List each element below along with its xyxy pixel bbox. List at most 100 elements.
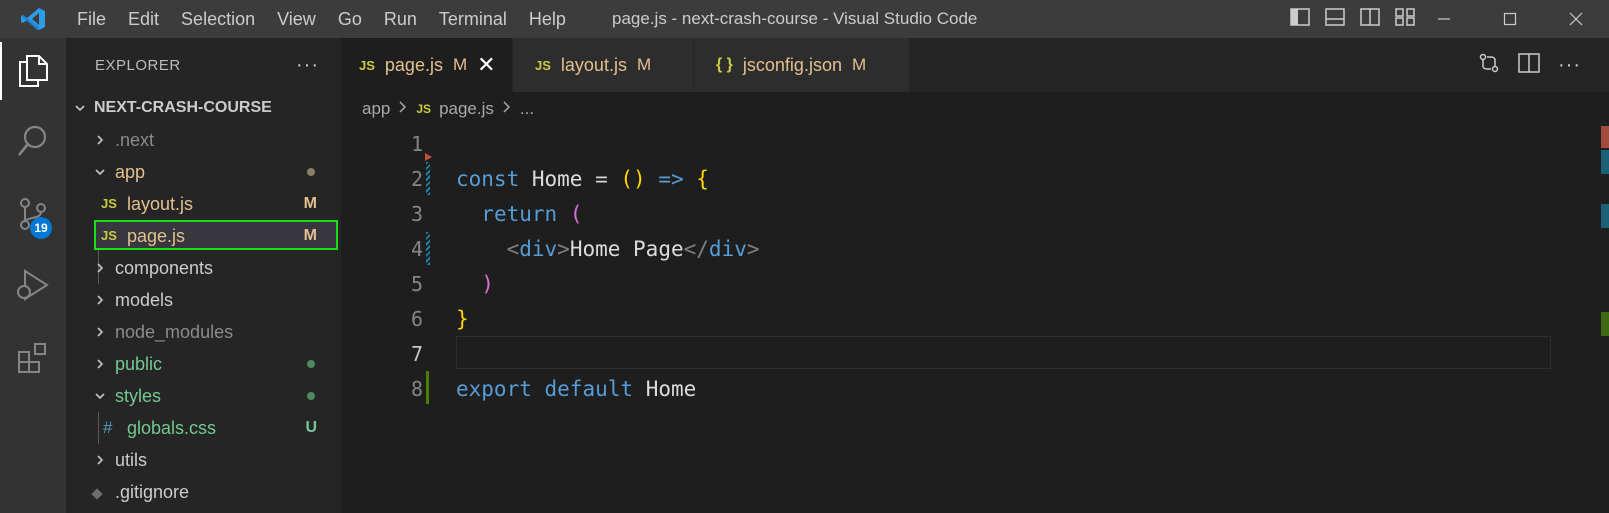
code-token: default [544, 377, 634, 401]
code-text: return ( [456, 197, 582, 232]
explorer-icon[interactable] [0, 38, 66, 104]
chevron-right-icon [92, 316, 108, 348]
tab-modified-status: M [452, 55, 468, 74]
git-status-modified: M [303, 195, 317, 212]
code-line[interactable]: 3 return ( [341, 197, 1551, 232]
line-number: 1 [410, 132, 423, 156]
chevron-right-icon [92, 252, 108, 284]
tree-item-label: components [115, 258, 214, 278]
tree-item-label: layout.js [127, 194, 194, 214]
more-actions-icon[interactable]: ··· [1558, 54, 1581, 77]
search-icon[interactable] [0, 108, 66, 174]
close-icon[interactable]: ✕ [477, 54, 495, 76]
menu-run[interactable]: Run [373, 0, 428, 38]
tree-item-public[interactable]: public [66, 348, 341, 380]
tree-item-utils[interactable]: utils [66, 444, 341, 476]
editor-tabs: JS page.js M ✕ JS layout.js M { } jsconf… [341, 38, 1609, 92]
menu-edit[interactable]: Edit [117, 0, 170, 38]
tree-item-styles[interactable]: styles [66, 380, 341, 412]
code-token: () [620, 167, 646, 191]
toggle-primary-sidebar-icon[interactable] [1290, 7, 1310, 31]
code-line[interactable]: 1 [341, 127, 1551, 162]
explorer-title: EXPLORER [95, 56, 181, 74]
extensions-icon[interactable] [0, 325, 66, 391]
line-number: 2 [410, 167, 423, 191]
breadcrumb-symbols[interactable]: ... [520, 99, 534, 119]
project-name: NEXT-CRASH-COURSE [94, 99, 272, 116]
tree-item-node-modules[interactable]: node_modules [66, 316, 341, 348]
tree-item-models[interactable]: models [66, 284, 341, 316]
menu-go[interactable]: Go [327, 0, 373, 38]
code-token: return [481, 202, 558, 226]
tree-item-page-js[interactable]: JS page.js M [66, 220, 341, 252]
tree-item-layout-js[interactable]: JS layout.js M [66, 188, 341, 220]
tab-page-js[interactable]: JS page.js M ✕ [341, 38, 512, 92]
toggle-secondary-sidebar-icon[interactable] [1360, 7, 1380, 31]
tab-layout-js[interactable]: JS layout.js M [513, 38, 693, 92]
code-line[interactable]: 8 export default Home [341, 372, 1551, 407]
close-window-button[interactable] [1543, 0, 1609, 38]
code-token: Home Page [569, 237, 684, 261]
run-debug-icon[interactable] [0, 252, 66, 318]
menu-help[interactable]: Help [518, 0, 577, 38]
explorer-sidebar: EXPLORER ··· NEXT-CRASH-COURSE .next app… [66, 38, 341, 513]
minimize-button[interactable] [1411, 0, 1477, 38]
tab-jsconfig-json[interactable]: { } jsconfig.json M [694, 38, 909, 92]
tree-item-globals-css[interactable]: # globals.css U [66, 412, 341, 444]
chevron-down-icon [72, 92, 88, 124]
project-root[interactable]: NEXT-CRASH-COURSE [66, 92, 341, 124]
code-token: > [557, 237, 570, 261]
menu-file[interactable]: File [66, 0, 117, 38]
window-controls [1411, 0, 1609, 38]
chevron-right-icon [92, 348, 108, 380]
window-title: page.js - next-crash-course - Visual Stu… [612, 9, 978, 28]
code-token: < [506, 237, 520, 261]
open-changes-icon[interactable] [1478, 52, 1500, 79]
explorer-more-actions-button[interactable]: ··· [296, 54, 319, 77]
chevron-right-icon [92, 124, 108, 156]
js-file-icon: JS [416, 102, 432, 116]
tree-item-app[interactable]: app [66, 156, 341, 188]
line-number: 6 [410, 307, 423, 331]
code-token: => [658, 167, 684, 191]
code-editor[interactable]: 1 2 const Home = () => {3 return (4 <div>H… [341, 126, 1609, 513]
git-status-modified: M [303, 227, 317, 244]
tree-item-label: models [115, 290, 174, 310]
menu-terminal[interactable]: Terminal [428, 0, 518, 38]
code-text: <div>Home Page</div> [456, 232, 760, 267]
line-number: 7 [410, 342, 423, 366]
maximize-button[interactable] [1477, 0, 1543, 38]
json-file-icon: { } [716, 56, 733, 73]
untracked-dot-icon [307, 392, 315, 400]
code-line[interactable]: 6} [341, 302, 1551, 337]
split-editor-icon[interactable] [1518, 52, 1540, 78]
code-line[interactable]: 2 const Home = () => { [341, 162, 1551, 197]
code-line[interactable]: 5 ) [341, 267, 1551, 302]
code-line[interactable]: 4 <div>Home Page</div> [341, 232, 1551, 267]
tree-item-label: .next [115, 130, 155, 150]
code-token: div [708, 237, 747, 261]
tree-item-label: public [115, 354, 163, 374]
tree-item-label: node_modules [115, 322, 234, 342]
menu-selection[interactable]: Selection [170, 0, 266, 38]
breadcrumb-folder[interactable]: app [362, 99, 390, 119]
source-control-icon[interactable]: 19 [0, 181, 66, 247]
js-file-icon: JS [359, 57, 375, 73]
code-line[interactable]: 7 [341, 337, 1551, 372]
toggle-panel-icon[interactable] [1325, 7, 1345, 31]
breadcrumb-file[interactable]: page.js [439, 99, 494, 119]
code-token: </ [683, 237, 709, 261]
code-token: ) [481, 272, 494, 296]
tab-modified-status: M [851, 55, 867, 74]
tree-item-gitignore[interactable]: .gitignore [66, 476, 341, 508]
tree-item-next[interactable]: .next [66, 124, 341, 156]
line-number: 5 [410, 272, 423, 296]
tree-item-label: app [115, 162, 146, 182]
tree-item-components[interactable]: components [66, 252, 341, 284]
source-control-badge: 19 [30, 217, 52, 239]
menu-view[interactable]: View [266, 0, 327, 38]
